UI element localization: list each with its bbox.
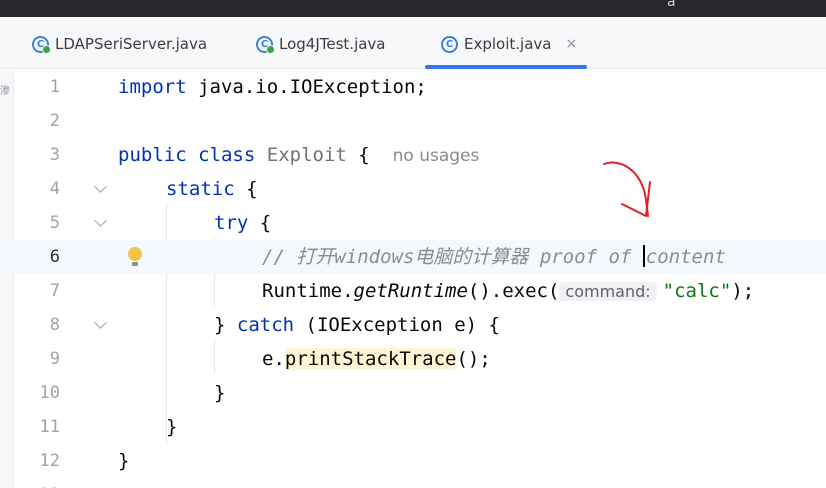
tab-label: LDAPSeriServer.java	[55, 35, 208, 53]
code-line-12[interactable]: 12 }	[0, 444, 826, 478]
tab-log4jtest[interactable]: C Log4JTest.java	[256, 31, 386, 57]
java-class-icon: C	[441, 35, 458, 53]
code-text: // 打开windows电脑的计算器 proof of content	[262, 245, 726, 268]
code-text: Runtime.getRuntime().exec(command: "calc"…	[262, 280, 755, 302]
annotation-arrow-icon	[603, 161, 651, 217]
code-line-3[interactable]: 3 public class Exploit { no usages	[0, 138, 826, 172]
code-text: } catch (IOException e) {	[214, 314, 500, 336]
code-line-10[interactable]: 10 }	[0, 376, 826, 410]
title-bar-glyph: á	[667, 0, 676, 10]
tab-exploit[interactable]: C Exploit.java ×	[441, 31, 577, 57]
editor-tab-bar: C LDAPSeriServer.java C Log4JTest.java C…	[0, 17, 826, 69]
fold-chevron-icon[interactable]	[94, 180, 107, 193]
lightbulb-icon[interactable]	[128, 247, 142, 267]
line-number: 5	[49, 213, 60, 233]
code-text: }	[214, 382, 226, 404]
tab-ldapseriserver[interactable]: C LDAPSeriServer.java	[32, 31, 207, 57]
line-number: 9	[49, 349, 60, 369]
code-line-9[interactable]: 9 e.printStackTrace();	[0, 342, 826, 376]
line-number: 2	[49, 111, 60, 131]
title-bar: á	[0, 0, 826, 17]
line-number: 11	[39, 417, 60, 437]
code-line-11[interactable]: 11 }	[0, 410, 826, 444]
code-line-13[interactable]: 13	[0, 478, 826, 488]
line-number: 3	[49, 145, 60, 165]
code-line-7[interactable]: 7 Runtime.getRuntime().exec(command: "cal…	[0, 274, 826, 308]
code-text: e.printStackTrace();	[262, 348, 491, 370]
code-line-4[interactable]: 4 static {	[0, 172, 826, 206]
active-tab-indicator	[425, 65, 587, 69]
code-text: import java.io.IOException;	[118, 76, 427, 98]
code-line-8[interactable]: 8 } catch (IOException e) {	[0, 308, 826, 342]
code-text: }	[166, 416, 178, 438]
line-number: 1	[49, 77, 60, 97]
line-number: 7	[49, 281, 60, 301]
code-text: public class Exploit { no usages	[118, 144, 480, 166]
tab-label: Exploit.java	[464, 35, 552, 53]
code-text: }	[118, 450, 130, 472]
line-number: 6	[49, 247, 60, 267]
fold-chevron-icon[interactable]	[94, 214, 107, 227]
code-line-1[interactable]: 1 import java.io.IOException;	[0, 70, 826, 104]
line-number: 10	[39, 383, 60, 403]
text-caret	[642, 245, 645, 267]
usages-hint[interactable]: no usages	[393, 146, 480, 166]
parameter-hint: command:	[559, 282, 657, 301]
close-tab-icon[interactable]: ×	[565, 36, 577, 52]
code-line-2[interactable]: 2	[0, 104, 826, 138]
java-class-icon: C	[256, 35, 275, 54]
code-text: try {	[214, 212, 272, 234]
java-class-icon: C	[32, 35, 51, 54]
code-text: static {	[166, 178, 258, 200]
fold-chevron-icon[interactable]	[94, 316, 107, 329]
code-line-6[interactable]: 6 // 打开windows电脑的计算器 proof of content	[0, 240, 826, 274]
line-number: 8	[49, 315, 60, 335]
line-number: 12	[39, 451, 60, 471]
tab-label: Log4JTest.java	[279, 35, 386, 53]
line-number: 4	[49, 179, 60, 199]
line-number: 13	[14, 478, 60, 488]
code-line-5[interactable]: 5 try {	[0, 206, 826, 240]
